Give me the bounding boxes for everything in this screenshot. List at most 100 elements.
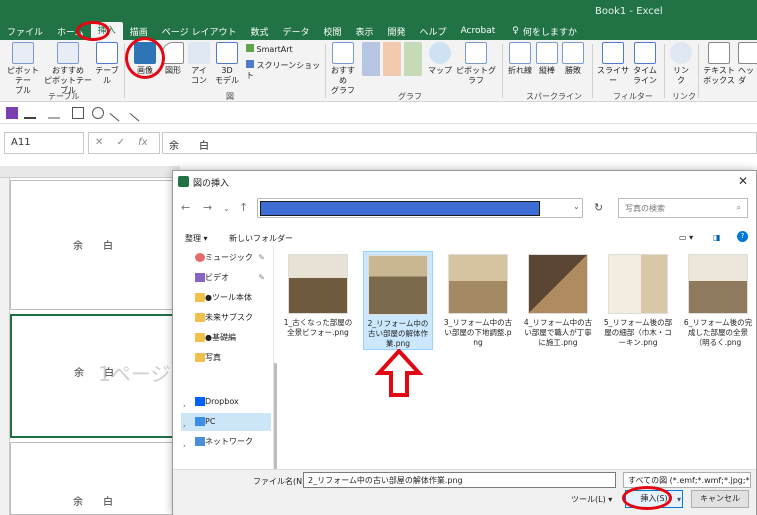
header-button[interactable]: ヘッダ [738, 42, 757, 86]
shapes-icon [162, 42, 184, 64]
sidebar-item-network[interactable]: › ネットワーク [181, 433, 271, 451]
line-icon[interactable] [109, 104, 127, 122]
chart-type-buttons[interactable] [360, 42, 424, 78]
maps-button[interactable]: マップ [426, 42, 454, 76]
oval-icon[interactable] [92, 107, 104, 119]
pane-divider[interactable] [273, 247, 274, 469]
ribbon-separator [502, 44, 503, 98]
search-icon: ⌕ [736, 203, 741, 212]
tab-data[interactable]: データ [275, 25, 316, 38]
file-item[interactable]: 3_リフォーム中の古い部屋の下地調整.png [443, 251, 513, 348]
sidebar-item-tool[interactable]: ●ツール本体 [181, 289, 271, 307]
tab-draw[interactable]: 描画 [123, 25, 155, 38]
file-item[interactable]: 4_リフォーム中の古い部屋で職人が丁寧に施工.png [523, 251, 593, 348]
screenshot-button[interactable]: スクリーンショット [246, 60, 326, 81]
redo-icon[interactable] [48, 107, 60, 119]
insert-picture-dialog: 図の挿入 ✕ ← → ⌄ ↑ ⌄ ↻ 写真の検索 ⌕ 整理 ▾ 新しいフォルダー… [172, 170, 757, 515]
search-input[interactable]: 写真の検索 ⌕ [618, 198, 748, 218]
timeline-icon [634, 42, 656, 64]
slicer-icon [602, 42, 624, 64]
sidebar-item-music[interactable]: ミュージック ✎ [181, 249, 271, 267]
close-icon[interactable]: ✕ [738, 174, 748, 188]
pin-icon: ✎ [258, 253, 265, 262]
cancel-icon[interactable]: ✕ [95, 137, 103, 148]
tell-me-box[interactable]: ♀ 何をしますか [512, 25, 577, 38]
pivot-table-button[interactable]: ピボットテー ブル [4, 42, 42, 96]
filename-input[interactable]: 2_リフォーム中の古い部屋の解体作業.png [303, 472, 616, 488]
forward-arrow-icon[interactable]: → [203, 201, 212, 214]
chevron-right-icon[interactable]: › [183, 437, 186, 455]
pivot-chart-button[interactable]: ピボットグラフ [454, 42, 498, 86]
pivot-table-icon [12, 42, 34, 64]
group-link-label: リンク [672, 92, 696, 101]
sparkline-line-button[interactable]: 折れ線 [506, 42, 534, 76]
page-area: 余白 [10, 442, 180, 515]
organize-button[interactable]: 整理 ▾ [185, 233, 208, 244]
folder-icon [195, 333, 205, 342]
rectangle-icon[interactable] [72, 107, 84, 119]
refresh-icon[interactable]: ↻ [594, 201, 603, 214]
textbox-button[interactable]: テキスト ボックス [702, 42, 736, 86]
help-icon[interactable]: ? [737, 231, 748, 242]
excel-icon [178, 176, 189, 187]
smartart-button[interactable]: SmartArt [246, 44, 324, 55]
tab-developer[interactable]: 開発 [381, 25, 413, 38]
3d-models-button[interactable]: 3D モデル [212, 42, 242, 86]
sidebar-item-video[interactable]: ビデオ ✎ [181, 269, 271, 287]
line-icon[interactable] [129, 104, 147, 122]
chevron-down-icon[interactable]: ⌄ [223, 204, 230, 213]
link-button[interactable]: リン ク [668, 42, 694, 86]
icons-button[interactable]: アイ コン [186, 42, 212, 86]
ribbon-separator [664, 44, 665, 98]
tools-dropdown[interactable]: ツール(L) ▾ [571, 494, 612, 505]
annotation-circle-insert-tab [76, 21, 110, 41]
tab-file[interactable]: ファイル [0, 25, 50, 38]
file-item[interactable]: 1_古くなった部屋の全景ビフォー.png [283, 251, 353, 338]
row-header [0, 178, 10, 515]
tab-page-layout[interactable]: ページ レイアウト [155, 25, 244, 38]
recommended-pivot-button[interactable]: おすすめ ピボットテーブル [44, 42, 92, 96]
file-item[interactable]: 6_リフォーム後の完成した部屋の全景（明るく.png [683, 251, 753, 348]
preview-pane-icon[interactable]: ◨ [713, 233, 721, 242]
tab-acrobat[interactable]: Acrobat [454, 26, 503, 36]
view-options-icon[interactable]: ▭ ▾ [679, 233, 693, 242]
group-chart-label: グラフ [398, 92, 422, 101]
name-box[interactable]: A11 [4, 132, 84, 154]
file-item[interactable]: 5_リフォーム後の部屋の細部（巾木・コーキン.png [603, 251, 673, 348]
file-item-selected[interactable]: 2_リフォーム中の古い部屋の解体作業.png [363, 251, 433, 350]
enter-icon[interactable]: ✓ [117, 137, 125, 148]
formula-bar: A11 ✕ ✓ fx 余 白 [0, 124, 757, 164]
address-bar[interactable] [257, 198, 583, 218]
sparkline-winloss-button[interactable]: 勝敗 [562, 42, 584, 76]
cancel-button[interactable]: キャンセル [691, 490, 749, 508]
up-arrow-icon[interactable]: ↑ [239, 201, 248, 214]
table-button[interactable]: テーブル [92, 42, 122, 86]
file-list: 1_古くなった部屋の全景ビフォー.png 2_リフォーム中の古い部屋の解体作業.… [283, 251, 753, 461]
insert-dropdown-icon[interactable]: ▾ [677, 495, 681, 504]
sparkline-column-button[interactable]: 縦棒 [536, 42, 558, 76]
tab-view[interactable]: 表示 [349, 25, 381, 38]
sidebar-item-pc[interactable]: › PC [181, 413, 271, 431]
undo-icon[interactable] [24, 107, 36, 119]
slicer-button[interactable]: スライサー [596, 42, 630, 86]
pc-icon [195, 417, 205, 426]
timeline-button[interactable]: タイム ライン [632, 42, 658, 86]
sidebar-item-basics[interactable]: ●基礎編 [181, 329, 271, 347]
ribbon: ピボットテー ブル おすすめ ピボットテーブル テーブル テーブル 画像 図形 … [0, 40, 757, 102]
save-icon[interactable] [6, 107, 18, 119]
tab-review[interactable]: 校閲 [317, 25, 349, 38]
new-folder-button[interactable]: 新しいフォルダー [229, 233, 293, 244]
recommended-charts-button[interactable]: おすすめ グラフ [328, 42, 358, 96]
window-title: Book1 - Excel [595, 6, 663, 17]
sidebar-item-dropbox[interactable]: › Dropbox [181, 393, 271, 411]
fx-icon[interactable]: fx [138, 137, 147, 148]
sidebar-item-mirai[interactable]: 未来サブスク [181, 309, 271, 327]
sidebar-item-photos[interactable]: 写真 [181, 349, 271, 367]
margin-text: 余白 [73, 241, 133, 252]
tab-formulas[interactable]: 数式 [243, 25, 275, 38]
back-arrow-icon[interactable]: ← [181, 201, 190, 214]
formula-input[interactable]: 余 白 [162, 132, 757, 154]
worksheet[interactable]: 余白 余白 1ページ 余白 [0, 166, 180, 515]
address-dropdown-icon[interactable]: ⌄ [573, 202, 580, 211]
tab-help[interactable]: ヘルプ [413, 25, 454, 38]
